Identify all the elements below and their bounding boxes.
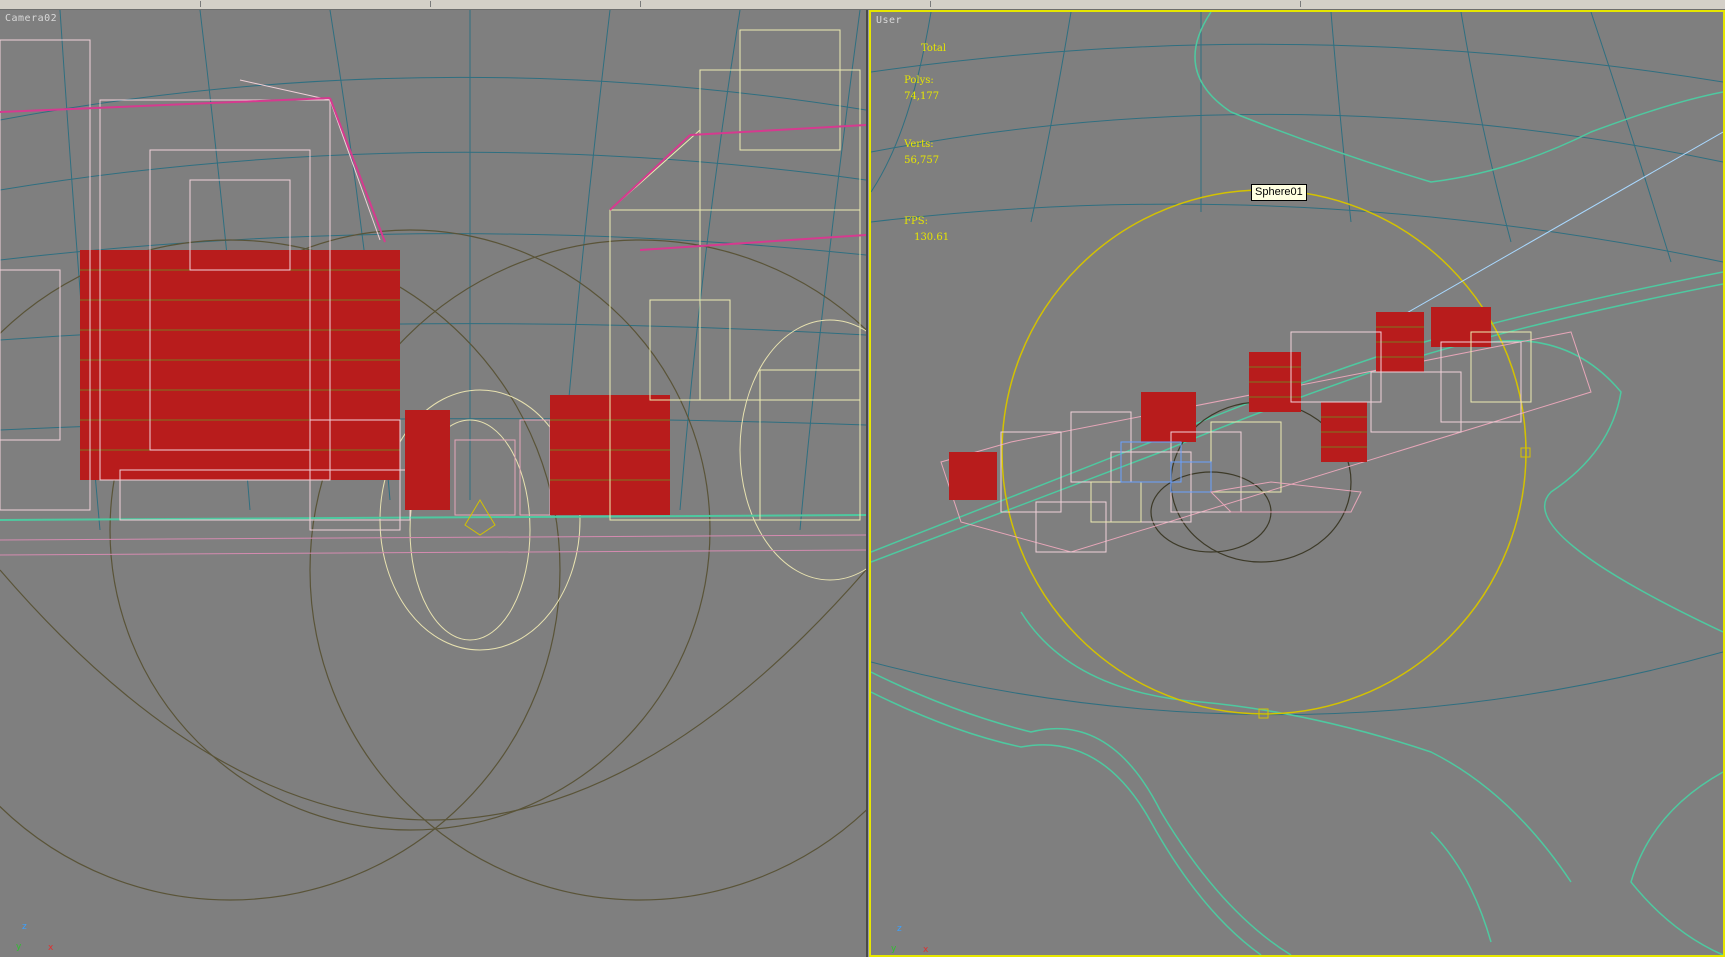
stats-fps-label: FPS: [904, 216, 928, 227]
axis-y-label: y [891, 944, 897, 954]
axis-z-label: z [22, 922, 27, 932]
camera-viewport[interactable]: Camera02 z y x [0, 10, 868, 957]
camera-scene-wireframe [0, 10, 866, 901]
axis-x-label: x [923, 945, 929, 955]
building-complex [940, 307, 1592, 553]
top-toolbar-strip [0, 0, 1725, 10]
user-viewport[interactable]: User Total Polys: 74,177 Verts: 56,757 F… [869, 10, 1725, 957]
stats-polys-label: Polys: [904, 75, 934, 86]
stats-polys-value: 74,177 [904, 91, 940, 102]
statistics-overlay: Total Polys: 74,177 Verts: 56,757 FPS: 1… [885, 41, 949, 262]
user-scene-wireframe [871, 12, 1723, 955]
viewport-label-camera[interactable]: Camera02 [5, 13, 57, 24]
building-left [0, 39, 411, 531]
object-name-tooltip: Sphere01 [1251, 184, 1307, 201]
stats-total-label: Total [921, 43, 947, 54]
sphere01-gizmo [1001, 189, 1527, 715]
viewport-label-user[interactable]: User [876, 15, 902, 26]
axis-z-label: z [897, 924, 902, 934]
stats-verts-value: 56,757 [904, 155, 940, 166]
axis-x-label: x [48, 943, 54, 953]
stats-verts-label: Verts: [904, 139, 934, 150]
axis-y-label: y [16, 942, 22, 952]
stats-fps-value: 130.61 [914, 232, 950, 243]
